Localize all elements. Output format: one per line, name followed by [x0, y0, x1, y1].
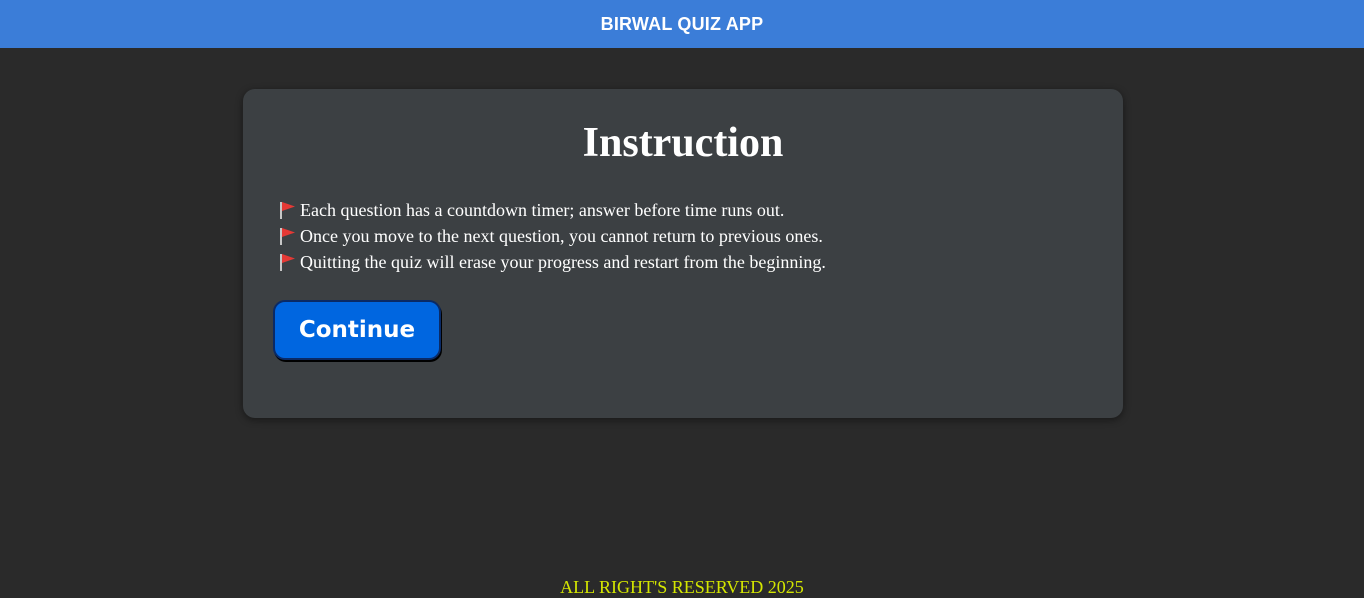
app-title: BIRWAL QUIZ APP — [600, 13, 764, 34]
card-title: Instruction — [582, 120, 784, 166]
instruction-card: Instruction Each question has a countdow… — [243, 89, 1123, 418]
rule-item: Each question has a countdown timer; ans… — [278, 197, 826, 223]
red-flag-icon — [280, 202, 295, 219]
rules-list: Each question has a countdown timer; ans… — [278, 197, 826, 275]
top-bar: BIRWAL QUIZ APP — [0, 0, 1364, 48]
red-flag-icon — [280, 228, 295, 245]
rule-item: Once you move to the next question, you … — [278, 223, 826, 249]
footer-copyright: ALL RIGHT'S RESERVED 2025 — [560, 577, 804, 597]
rule-text: Once you move to the next question, you … — [300, 225, 823, 246]
rule-text: Quitting the quiz will erase your progre… — [300, 251, 826, 272]
rule-item: Quitting the quiz will erase your progre… — [278, 249, 826, 275]
continue-button[interactable]: Continue — [273, 300, 441, 360]
rule-text: Each question has a countdown timer; ans… — [300, 199, 785, 220]
red-flag-icon — [280, 254, 295, 271]
